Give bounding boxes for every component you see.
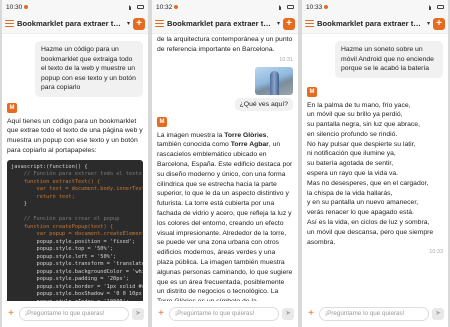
answer-bold: Torre Agbar xyxy=(230,141,269,149)
user-message: Hazme un código para un bookmarklet que … xyxy=(35,41,143,97)
sonnet-line: su pantalla negra, sin luz que abrace, xyxy=(307,121,420,129)
sonnet-line: espera un rayo que la vida va. xyxy=(307,170,399,178)
sonnet-line: En la palma de tu mano, frío yace, xyxy=(307,101,411,109)
chevron-down-icon[interactable]: ▾ xyxy=(127,20,130,27)
code-line: function extractText() { xyxy=(11,178,101,185)
assistant-message-tail: de la arquitectura contemporánea y un pu… xyxy=(157,36,293,53)
sonnet-line: un móvil que descansa, pero que siempre … xyxy=(307,228,434,246)
screenshot-panel-2: 10:32 Bookmarklet para extraer texto ...… xyxy=(152,0,298,327)
code-block[interactable]: javascript:(function() { // Función para… xyxy=(7,159,144,301)
answer-bold: Torre Glòries xyxy=(224,131,267,139)
screenshot-panel-3: 10:33 Bookmarklet para extraer texto ...… xyxy=(302,0,448,327)
prompt-input[interactable]: ¡Pregúntame lo que quieras! xyxy=(319,307,429,321)
battery-icon xyxy=(137,5,144,9)
status-time: 10:32 xyxy=(156,3,173,11)
status-bar: 10:32 xyxy=(152,0,298,14)
code-line: var text = document.body.innerText; xyxy=(11,186,144,193)
attach-plus-icon[interactable]: + xyxy=(6,309,16,319)
code-line: popup.style.position = 'fixed'; xyxy=(11,238,136,245)
code-line: function createPopup(text) { xyxy=(11,223,114,230)
notification-dot-icon xyxy=(174,5,179,9)
prompt-input[interactable]: ¡Pregúntame lo que quieras! xyxy=(169,307,279,321)
new-chat-button[interactable]: + xyxy=(133,17,145,30)
code-line: popup.style.zIndex = '10000'; xyxy=(11,299,139,301)
assistant-message: Aquí tienes un código para un bookmarkle… xyxy=(7,117,143,154)
attach-plus-icon[interactable]: + xyxy=(156,309,166,319)
code-line: var popup = document.createElement( xyxy=(11,231,144,238)
chat-title[interactable]: Bookmarklet para extraer texto ... xyxy=(17,19,124,28)
battery-icon xyxy=(287,5,294,9)
chat-area[interactable]: de la arquitectura contemporánea y un pu… xyxy=(152,35,298,301)
sonnet-line: verás renacer lo que apagado está. xyxy=(307,209,414,217)
code-line: } xyxy=(11,201,27,208)
sonnet-line: Así es la vida, en ciclos de luz y sombr… xyxy=(307,219,430,227)
message-time: 10:31 xyxy=(279,56,293,63)
message-time: 10:33 xyxy=(429,249,443,256)
user-message: Hazme un soneto sobre un móvil Android q… xyxy=(335,41,443,78)
app-bar: Bookmarklet para extraer texto ... ▾ + xyxy=(2,14,148,34)
chat-title[interactable]: Bookmarklet para extraer texto ... xyxy=(317,19,424,28)
code-line: popup.style.left = '50%'; xyxy=(11,253,117,260)
prompt-input[interactable]: ¡Pregúntame lo que quieras! xyxy=(19,307,129,321)
chat-area[interactable]: Hazme un código para un bookmarklet que … xyxy=(2,35,148,301)
code-line: popup.style.boxShadow = '0 0 10px xyxy=(11,291,142,298)
assistant-avatar-icon: M xyxy=(307,86,317,97)
notification-dot-icon xyxy=(24,5,29,9)
new-chat-button[interactable]: + xyxy=(433,17,445,30)
user-message: ¿Qué ves aquí? xyxy=(234,97,293,111)
menu-icon[interactable] xyxy=(5,19,14,28)
chat-area[interactable]: Hazme un soneto sobre un móvil Android q… xyxy=(302,35,448,301)
notification-dot-icon xyxy=(324,5,329,9)
app-bar: Bookmarklet para extraer texto ... ▾ + xyxy=(152,14,298,34)
battery-icon xyxy=(437,5,444,9)
code-line: // Función para extraer todo el texto xyxy=(11,171,142,178)
status-bar: 10:30 xyxy=(2,0,148,14)
status-time: 10:33 xyxy=(306,3,323,11)
code-line: popup.style.backgroundColor = 'whi xyxy=(11,268,144,275)
status-time: 10:30 xyxy=(6,3,23,11)
code-line: return text; xyxy=(11,193,75,200)
code-line: popup.style.transform = 'translate( xyxy=(11,261,144,268)
chevron-down-icon[interactable]: ▾ xyxy=(427,20,430,27)
menu-icon[interactable] xyxy=(305,19,314,28)
chevron-down-icon[interactable]: ▾ xyxy=(277,20,280,27)
sonnet-line: su batería agotada de sentir, xyxy=(307,160,394,168)
sonnet-line: No hay pulsar que despierte su latir, xyxy=(307,140,416,148)
menu-icon[interactable] xyxy=(155,19,164,28)
composer: + ¡Pregúntame lo que quieras! ➤ xyxy=(306,306,444,322)
signal-icon xyxy=(129,4,135,10)
status-bar: 10:33 xyxy=(302,0,448,14)
assistant-message: La imagen muestra la Torre Glòries, tamb… xyxy=(157,131,293,301)
composer: + ¡Pregúntame lo que quieras! ➤ xyxy=(156,306,294,322)
chat-title[interactable]: Bookmarklet para extraer texto ... xyxy=(167,19,274,28)
code-line: popup.style.padding = '20px'; xyxy=(11,276,130,283)
signal-icon xyxy=(429,4,435,10)
sonnet-line: la chispa de la vida hallarás, xyxy=(307,189,393,197)
answer-text: , un rascacielos emblemático ubicado en … xyxy=(157,141,293,301)
sonnet-line: ni notificación que ilumine ya, xyxy=(307,150,396,158)
sonnet-line: Mas no desesperes, que en el cargador, xyxy=(307,179,429,187)
composer: + ¡Pregúntame lo que quieras! ➤ xyxy=(6,306,144,322)
assistant-avatar-icon: M xyxy=(157,116,167,127)
sonnet-line: un móvil que su brillo ya perdió, xyxy=(307,111,403,119)
send-icon[interactable]: ➤ xyxy=(132,308,144,320)
send-icon[interactable]: ➤ xyxy=(432,308,444,320)
uploaded-photo[interactable] xyxy=(255,66,293,95)
app-bar: Bookmarklet para extraer texto ... ▾ + xyxy=(302,14,448,34)
code-line: popup.style.border = '1px solid #c xyxy=(11,283,144,290)
signal-icon xyxy=(279,4,285,10)
sonnet-line: y en su pantalla un nuevo amanecer, xyxy=(307,199,419,207)
screenshot-panel-1: 10:30 Bookmarklet para extraer texto ...… xyxy=(2,0,148,327)
send-icon[interactable]: ➤ xyxy=(282,308,294,320)
code-line: popup.style.top = '50%'; xyxy=(11,246,114,253)
answer-text: La imagen muestra la xyxy=(157,131,225,139)
sonnet-line: en silencio profundo se rindió. xyxy=(307,130,398,138)
code-line: // Función para crear el popup xyxy=(11,216,120,223)
attach-plus-icon[interactable]: + xyxy=(306,309,316,319)
new-chat-button[interactable]: + xyxy=(283,17,295,30)
assistant-avatar-icon: M xyxy=(7,102,17,113)
assistant-message: En la palma de tu mano, frío yace, un móv… xyxy=(307,101,443,248)
